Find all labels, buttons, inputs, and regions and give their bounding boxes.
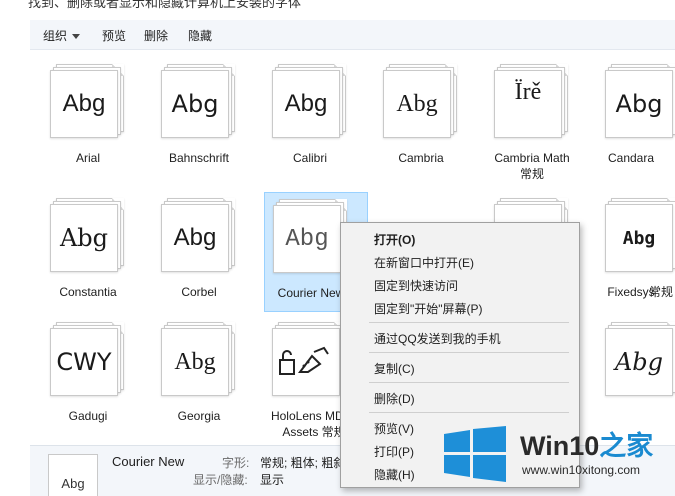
menu-item-hide[interactable]: 隐藏(H) [374,466,415,483]
font-tile-cambria-math[interactable]: Ïrě Cambria Math 常规 [480,58,584,188]
menu-item-delete[interactable]: 删除(D) [374,390,415,407]
font-sample: Abg [284,90,328,117]
menu-item-pin-start[interactable]: 固定到"开始"屏幕(P) [374,300,483,317]
font-tile-corbel[interactable]: Abg Corbel [147,192,251,312]
font-file-icon: Abg [605,322,675,396]
font-name: Calibri [292,151,327,165]
watermark-url: www.win10xitong.com [522,463,641,477]
font-file-icon: Abg [50,198,126,272]
font-name: Arial [75,151,100,165]
selected-font-name: Courier New [112,454,185,469]
menu-item-open[interactable]: 打开(O) [374,231,415,248]
font-tile-arial[interactable]: Abg Arial [36,58,140,188]
font-preview-thumbnail: Abg [48,454,98,496]
font-sample: CWY [56,348,112,376]
font-sample: Abg [173,224,217,251]
font-style: 常规 [648,285,673,299]
menu-separator [369,322,569,323]
menu-item-pin-quick-access[interactable]: 固定到快速访问 [374,277,458,294]
preview-button[interactable]: 预览 [102,27,126,44]
menu-item-open-new-window[interactable]: 在新窗口中打开(E) [374,254,474,271]
font-sample: Abg [59,224,109,252]
menu-item-copy[interactable]: 复制(C) [374,360,415,377]
font-tile-candara[interactable]: Abg Candara [591,58,675,188]
font-file-icon: Abg [161,64,237,138]
font-tile-cambria[interactable]: Abg Cambria [369,58,473,188]
font-file-icon [272,322,348,396]
font-sample: Abg [285,225,329,253]
font-sample: Abg [62,90,106,117]
font-file-icon: Abg [272,64,348,138]
font-name: Constantia [59,285,117,299]
watermark-logo: Win10之家 www.win10xitong.com [436,418,675,496]
watermark-title-latin: Win10 [520,431,600,461]
chevron-down-icon [72,34,81,40]
organize-menu-button[interactable]: 组织 [43,27,81,44]
windows-logo-icon [444,426,506,482]
font-name: Cambria Math [494,151,570,165]
description-text: 找到、删除或者显示和隐藏计算机上安装的字体 [28,0,302,10]
font-tile-fixedsys[interactable]: Abg Fixedsys 常规 [591,192,675,312]
watermark-title: Win10之家 [520,424,653,463]
top-description-strip: 找到、删除或者显示和隐藏计算机上安装的字体 [0,0,675,18]
font-name: Candara [607,151,655,165]
font-sample: Abg [174,348,216,375]
font-sample: Abg [61,476,85,491]
font-file-icon: Abg [273,199,349,273]
font-style: 常规 [519,167,544,181]
visibility-value: 显示 [260,473,285,487]
font-file-icon: Abg [161,322,237,396]
font-sample: Abg [171,90,219,118]
font-sample: Abg [396,90,438,117]
delete-button[interactable]: 删除 [144,27,168,44]
font-file-icon: CWY [50,322,126,396]
font-sample: Abg [614,348,664,376]
font-name: Cambria [398,151,444,165]
font-tile-calibri[interactable]: Abg Calibri [258,58,362,188]
font-tile-constantia[interactable]: Abg Constantia [36,192,140,312]
font-name: Bahnschrift [168,151,230,165]
mdl2-glyphs-icon [279,346,329,375]
command-toolbar: 组织 预览 删除 隐藏 [30,20,675,50]
font-name: Corbel [181,285,217,299]
font-file-icon: Abg [605,64,675,138]
font-file-icon: Abg [383,64,459,138]
font-file-icon: Abg [161,198,237,272]
watermark-title-zh: 之家 [599,431,654,461]
style-label: 字形: [222,456,250,470]
organize-label: 组织 [43,29,68,43]
menu-item-preview[interactable]: 预览(V) [374,420,414,437]
font-sample: Ïrě [514,79,542,105]
font-tile-georgia[interactable]: Abg Georgia [147,316,251,444]
hide-button[interactable]: 隐藏 [188,27,212,44]
menu-separator [369,412,569,413]
font-file-icon: Abg [605,198,675,272]
font-file-icon: Ïrě [494,64,570,138]
font-name: Gadugi [68,409,108,423]
font-tile-gadugi[interactable]: CWY Gadugi [36,316,140,444]
font-tile-bahnschrift[interactable]: Abg Bahnschrift [147,58,251,188]
font-file-icon: Abg [50,64,126,138]
font-sample: Abg [615,90,663,118]
style-value: 常规; 粗体; 粗斜 [260,456,346,470]
menu-item-print[interactable]: 打印(P) [374,443,414,460]
font-name: Georgia [177,409,221,423]
visibility-label: 显示/隐藏: [193,473,248,487]
menu-item-send-qq[interactable]: 通过QQ发送到我的手机 [374,330,501,347]
menu-separator [369,382,569,383]
font-sample: Abg [622,227,656,249]
menu-separator [369,352,569,353]
